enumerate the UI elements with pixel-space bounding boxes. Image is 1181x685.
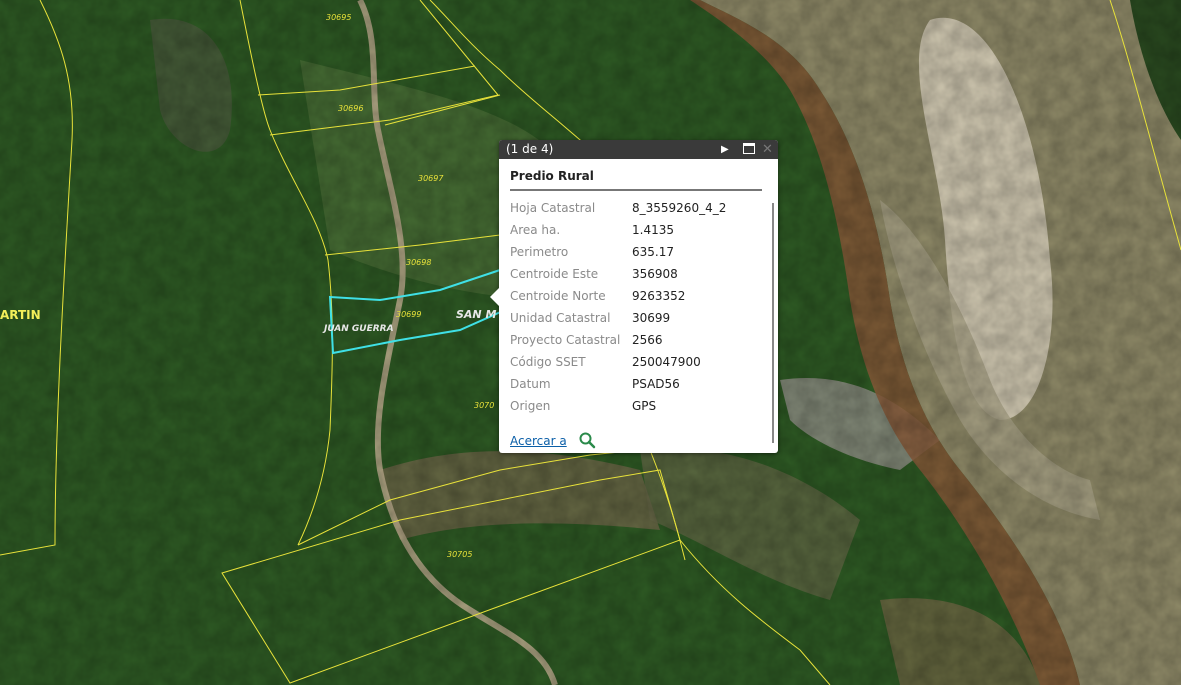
table-row: Unidad Catastral 30699 <box>510 307 726 329</box>
attribute-key: Area ha. <box>510 223 561 237</box>
maximize-icon[interactable] <box>743 140 755 159</box>
parcel-label: 30697 <box>418 174 444 183</box>
attribute-value: 8_3559260_4_2 <box>632 201 727 215</box>
parcel-label: 3070 <box>474 401 494 410</box>
table-row: Centroide Norte 9263352 <box>510 285 726 307</box>
attribute-value: PSAD56 <box>632 377 680 391</box>
attribute-value: GPS <box>632 399 657 413</box>
search-icon[interactable] <box>578 431 596 449</box>
parcel-label: 30705 <box>447 550 472 559</box>
parcel-label: 30699 <box>396 310 421 319</box>
table-row: Hoja Catastral 8_3559260_4_2 <box>510 197 726 219</box>
attribute-value: 1.4135 <box>632 223 674 237</box>
popup-counter: (1 de 4) <box>506 142 554 156</box>
popup-body: Predio Rural Hoja Catastral 8_3559260_4_2… <box>510 159 774 449</box>
table-row: Origen GPS <box>510 395 726 417</box>
popup-scrollbar[interactable] <box>772 203 774 443</box>
info-popup[interactable]: (1 de 4) ▶ ✕ Predio Rural Hoja Catastral… <box>490 140 778 453</box>
attribute-key: Código SSET <box>510 355 586 369</box>
attribute-key: Centroide Este <box>510 267 599 281</box>
parcel-label: 30696 <box>338 104 363 113</box>
place-label: SAN M <box>456 308 496 321</box>
close-icon[interactable]: ✕ <box>762 140 773 159</box>
parcel-label: 30695 <box>326 13 351 22</box>
attribute-key: Centroide Norte <box>510 289 606 303</box>
place-label: ARTIN <box>0 308 41 322</box>
parcel-label: 30698 <box>406 258 431 267</box>
attribute-key: Proyecto Catastral <box>510 333 621 347</box>
attribute-value: 9263352 <box>632 289 686 303</box>
attribute-key: Origen <box>510 399 551 413</box>
table-row: Perimetro 635.17 <box>510 241 726 263</box>
attribute-value: 635.17 <box>632 245 674 259</box>
attribute-value: 2566 <box>632 333 663 347</box>
attribute-value: 356908 <box>632 267 678 281</box>
attribute-key: Unidad Catastral <box>510 311 611 325</box>
popup-header: (1 de 4) ▶ ✕ <box>499 140 778 159</box>
table-row: Proyecto Catastral 2566 <box>510 329 726 351</box>
attribute-key: Perimetro <box>510 245 569 259</box>
attribute-value: 250047900 <box>632 355 701 369</box>
table-row: Datum PSAD56 <box>510 373 726 395</box>
popup-title: Predio Rural <box>510 169 762 191</box>
attribute-key: Hoja Catastral <box>510 201 596 215</box>
table-row: Area ha. 1.4135 <box>510 219 726 241</box>
popup-pointer <box>490 288 499 306</box>
attribute-value: 30699 <box>632 311 671 325</box>
table-row: Centroide Este 356908 <box>510 263 726 285</box>
attribute-table: Hoja Catastral 8_3559260_4_2 Area ha. 1.41… <box>510 197 726 417</box>
attribute-key: Datum <box>510 377 551 391</box>
table-row: Código SSET 250047900 <box>510 351 726 373</box>
play-icon[interactable]: ▶ <box>721 140 729 159</box>
zoom-to-link[interactable]: Acercar a <box>510 434 567 448</box>
place-label: JUAN GUERRA <box>322 324 394 334</box>
